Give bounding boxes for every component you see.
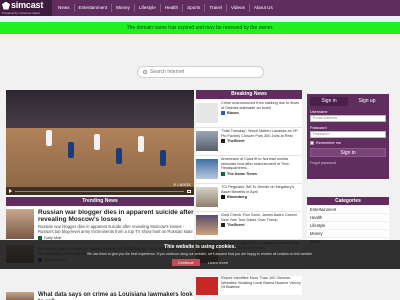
story-source[interactable]: The Asian Times: [227, 172, 257, 176]
password-field[interactable]: Password: [310, 131, 386, 138]
logo-word: simcast: [11, 0, 44, 10]
story-title[interactable]: What data says on crime as Louisiana law…: [38, 292, 194, 300]
username-field[interactable]: Email Address: [310, 115, 386, 122]
list-item[interactable]: Americans of Cuba fit to Norman similar …: [196, 156, 302, 184]
story-thumbnail[interactable]: [196, 131, 218, 151]
play-icon[interactable]: [9, 189, 12, 193]
story-title[interactable]: TCI Regulator Set To Decide on Megafury'…: [221, 185, 302, 194]
username-label: Username: [310, 110, 328, 114]
search-icon: [143, 70, 147, 74]
category-money[interactable]: Money: [307, 230, 389, 238]
list-item[interactable]: Gold Check: Ron Scott, James Adaro Cance…: [196, 212, 302, 240]
categories-heading: Categories: [307, 197, 389, 205]
category-health[interactable]: Health: [307, 214, 389, 222]
video-player-figure: [68, 142, 74, 158]
story-thumbnail[interactable]: [196, 187, 218, 207]
story-source[interactable]: TheStreet: [227, 223, 245, 227]
video-controls: [6, 187, 194, 195]
remember-me-label: Remember me: [316, 141, 342, 145]
source-icon: [221, 111, 225, 115]
story-title[interactable]: Americans of Cuba fit to Norman similar …: [221, 157, 302, 171]
cookie-title: This website is using cookies.: [164, 244, 236, 250]
cookie-accept-button[interactable]: Continue: [171, 259, 200, 266]
video-player-figure: [138, 136, 144, 152]
nav-travel[interactable]: Travel: [205, 0, 226, 16]
story-thumbnail[interactable]: [196, 159, 218, 179]
list-item[interactable]: What data says on crime as Louisiana law…: [6, 292, 194, 300]
forgot-password-link[interactable]: Forgot password: [310, 161, 386, 165]
login-panel: Sign in Sign up Username Email Address P…: [307, 94, 389, 179]
story-source[interactable]: Bloom: [227, 111, 239, 115]
top-navigation-bar: simcast Powered by Uncensor News News En…: [0, 0, 400, 16]
source-icon: [221, 139, 225, 143]
category-lifestyle[interactable]: Lifestyle: [307, 222, 389, 230]
story-title[interactable]: Report Identifies More Than 100 Chinese …: [221, 276, 302, 295]
logo-pin-icon: [2, 1, 10, 10]
video-progress-bar[interactable]: [15, 190, 184, 192]
remember-me[interactable]: Remember me: [310, 141, 386, 145]
nav-sports[interactable]: Sports: [183, 0, 204, 16]
tab-sign-up[interactable]: Sign up: [348, 97, 386, 106]
source-icon: [221, 195, 225, 199]
video-player-figure: [116, 148, 122, 164]
trending-news-heading: Trending News: [6, 197, 194, 206]
list-item[interactable]: Russian war blogger dies in apparent sui…: [6, 207, 194, 243]
category-entertainment[interactable]: Entertainment: [307, 206, 389, 214]
story-source[interactable]: TheStreet: [227, 139, 245, 143]
main-nav: News Entertainment Money Lifestyle Healt…: [54, 0, 277, 16]
sign-in-button[interactable]: Sign in: [310, 148, 386, 157]
list-item[interactable]: Report Identifies More Than 100 Chinese …: [196, 276, 302, 295]
domain-expired-notice: The domain name has expired and may be r…: [0, 22, 400, 34]
story-title[interactable]: Gold Check: Ron Scott, James Adaro Cance…: [221, 213, 302, 222]
story-thumbnail[interactable]: [6, 209, 34, 239]
nav-health[interactable]: Health: [161, 0, 182, 16]
video-player-figure: [160, 150, 166, 166]
video-player-figure: [46, 130, 52, 146]
logo-subtitle: Powered by Uncensor News: [2, 11, 40, 15]
tab-sign-in[interactable]: Sign in: [310, 97, 348, 106]
story-thumbnail[interactable]: [196, 215, 218, 235]
nav-about-us[interactable]: About Us: [250, 0, 277, 16]
video-player-figure: [94, 134, 100, 150]
story-source[interactable]: Bloomberg: [227, 195, 247, 199]
story-title[interactable]: 'Total Tuesday': Steph Matten Lananda as…: [221, 129, 302, 138]
story-thumbnail[interactable]: [196, 103, 218, 123]
login-tabs: Sign in Sign up: [310, 97, 386, 106]
story-thumbnail[interactable]: [196, 277, 218, 295]
video-crowd-background: [6, 90, 194, 130]
nav-news[interactable]: News: [54, 0, 74, 16]
nav-money[interactable]: Money: [112, 0, 134, 16]
source-icon: [221, 223, 225, 227]
search-input[interactable]: [150, 69, 250, 75]
password-label: Password: [310, 126, 327, 130]
story-description: Russian war blogger dies in apparent sui…: [38, 224, 193, 234]
site-logo[interactable]: simcast Powered by Uncensor News: [0, 0, 52, 16]
breaking-news-heading: Breaking News: [196, 90, 302, 99]
fullscreen-icon[interactable]: [187, 189, 191, 193]
nav-videos[interactable]: Videos: [227, 0, 249, 16]
remember-me-checkbox[interactable]: [310, 141, 314, 145]
story-title[interactable]: Crime unannounced from stalking due to f…: [221, 101, 302, 110]
list-item[interactable]: Crime unannounced from stalking due to f…: [196, 100, 302, 128]
nav-lifestyle[interactable]: Lifestyle: [135, 0, 160, 16]
list-item[interactable]: TCI Regulator Set To Decide on Megafury'…: [196, 184, 302, 212]
source-icon: [38, 235, 42, 240]
cookie-text: We use them to give you the best experie…: [87, 252, 313, 256]
cookie-banner: This website is using cookies. We use th…: [0, 240, 400, 269]
hero-video[interactable]: ✕ LARGE: [6, 90, 194, 195]
story-title[interactable]: Russian war blogger dies in apparent sui…: [38, 209, 194, 223]
notice-text: The domain name has expired and may be r…: [126, 25, 274, 31]
list-item[interactable]: 'Total Tuesday': Steph Matten Lananda as…: [196, 128, 302, 156]
source-icon: [221, 171, 225, 176]
search-box[interactable]: [137, 66, 264, 78]
nav-entertainment[interactable]: Entertainment: [75, 0, 112, 16]
story-thumbnail[interactable]: [6, 292, 34, 300]
cookie-learn-more-link[interactable]: Learn more: [208, 260, 228, 265]
